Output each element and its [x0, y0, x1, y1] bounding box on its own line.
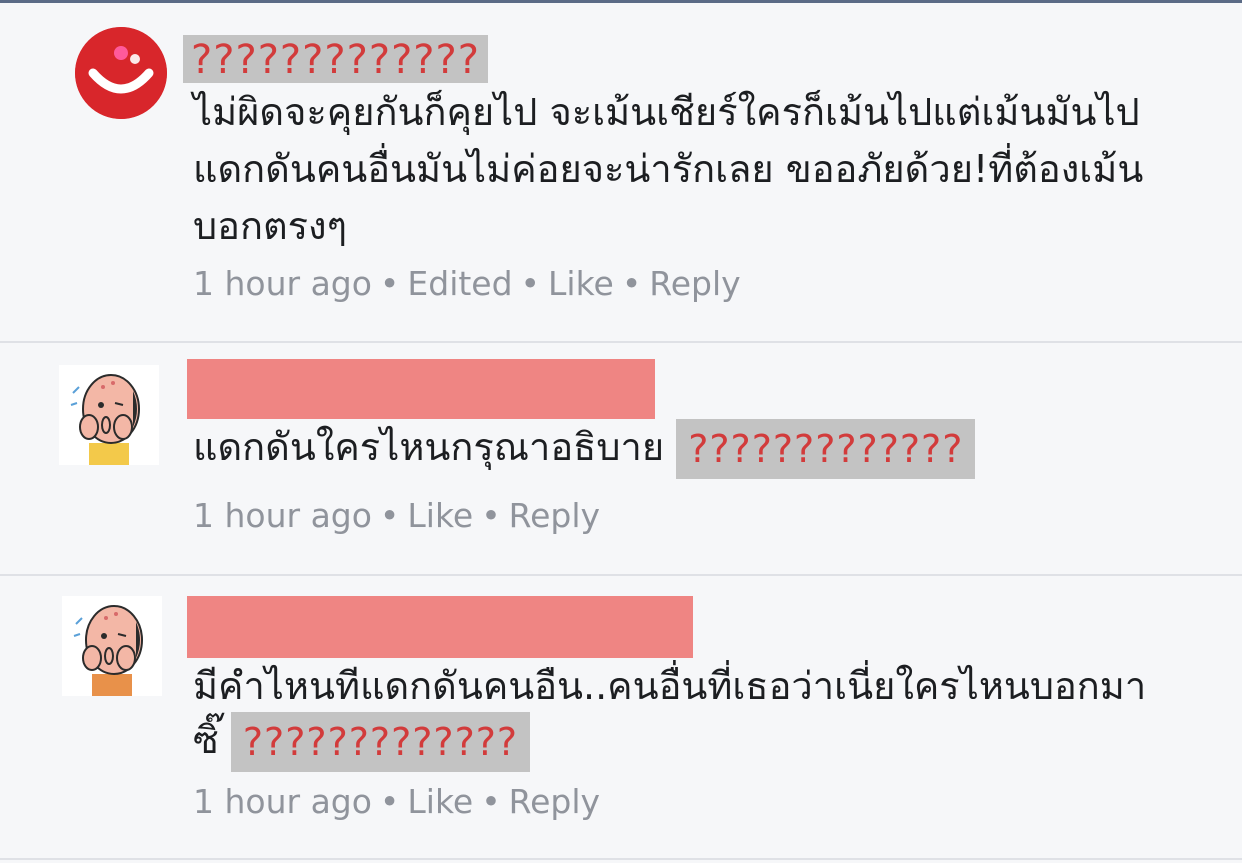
separator: •	[379, 782, 400, 821]
comment-text: ซิ๊	[193, 718, 219, 762]
like-button[interactable]: Like	[407, 496, 473, 536]
comment-meta: 1 hour ago • Edited • Like • Reply	[193, 264, 741, 304]
timestamp: 1 hour ago	[193, 782, 372, 821]
edited-label[interactable]: Edited	[407, 264, 512, 304]
censored-text: ?????????????	[676, 419, 976, 479]
comment-text-line: แดกดันคนอื่นมันไม่ค่อยจะน่ารักเลย ขออภัย…	[193, 147, 1144, 191]
timestamp: 1 hour ago	[193, 496, 372, 535]
censored-text: ?????????????	[230, 712, 531, 772]
comment-text-line: บอกตรงๆ	[193, 204, 348, 248]
commenter-name-censored[interactable]: ?????????????	[183, 35, 488, 83]
comment-text-line: ไม่ผิดจะคุยกันก็คุยไป จะเม้นเชียร์ใครก็เ…	[193, 90, 1140, 134]
comment-text-line: แดกดันใครไหนกรุณาอธิบาย ?????????????	[193, 419, 976, 479]
reply-button[interactable]: Reply	[509, 782, 600, 822]
commenter-name-redacted[interactable]	[187, 596, 693, 658]
separator: •	[379, 496, 400, 535]
timestamp: 1 hour ago	[193, 264, 372, 303]
comment-divider	[0, 858, 1242, 860]
like-button[interactable]: Like	[548, 264, 614, 304]
bald-cartoon-man-icon	[59, 365, 159, 465]
comment-text-line: มีคำไหนทีแดกดันคนอืน..คนอื่นที่เธอว่าเนี…	[193, 664, 1147, 708]
reply-button[interactable]: Reply	[649, 264, 740, 304]
comment-text-line: ซิ๊ ?????????????	[193, 712, 531, 772]
comment-meta: 1 hour ago • Like • Reply	[193, 496, 600, 536]
commenter-name-redacted[interactable]	[187, 359, 655, 419]
separator: •	[481, 782, 501, 821]
smiley-avatar-icon[interactable]	[75, 27, 167, 119]
separator: •	[379, 264, 400, 303]
separator: •	[481, 496, 501, 535]
bald-cartoon-man-icon	[62, 596, 162, 696]
comment-meta: 1 hour ago • Like • Reply	[193, 782, 600, 822]
bald-man-avatar-icon[interactable]	[62, 596, 162, 696]
comment-divider	[0, 574, 1242, 576]
comment-divider	[0, 341, 1242, 343]
bald-man-avatar-icon[interactable]	[59, 365, 159, 465]
separator: •	[621, 264, 642, 303]
like-button[interactable]: Like	[407, 782, 473, 822]
comment-text: แดกดันใครไหนกรุณาอธิบาย	[193, 425, 665, 469]
smiley-face-icon	[75, 27, 167, 119]
separator: •	[520, 264, 541, 303]
top-border	[0, 0, 1242, 3]
reply-button[interactable]: Reply	[509, 496, 600, 536]
